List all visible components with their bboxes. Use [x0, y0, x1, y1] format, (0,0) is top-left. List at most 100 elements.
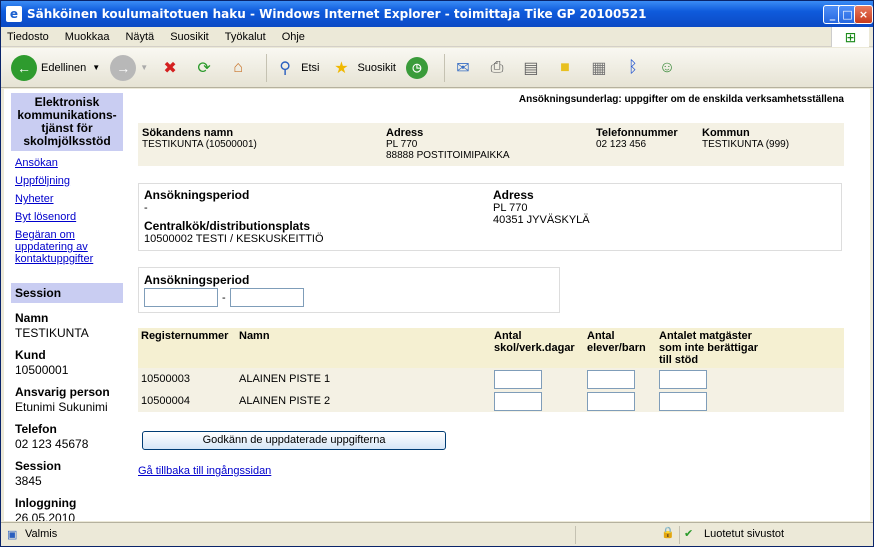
phone-value: 02 123 456 — [596, 139, 647, 150]
field-label: Inloggning — [15, 496, 77, 510]
toolbar: ← Edellinen ▼ → ▼ ✖ ⟳ ⌂ ⚲ Etsi ★ Suosikit ◷ ✉… — [1, 48, 873, 88]
history-icon[interactable]: ◷ — [405, 56, 428, 79]
close-button[interactable]: × — [854, 5, 873, 24]
period-label: Ansökningsperiod — [144, 188, 250, 202]
field-label: Ansvarig person — [15, 385, 110, 399]
address-line: PL 770 — [493, 202, 528, 214]
status-bar: ▣ Valmis 🔒 ✔ Luotetut sivustot — [1, 522, 873, 546]
zone-cell: ✔ Luotetut sivustot — [679, 526, 869, 544]
kitchen-info: Ansökningsperiod - Centralkök/distribution… — [138, 183, 842, 251]
ie-icon: e — [6, 6, 22, 22]
pupils-input[interactable] — [587, 392, 635, 411]
messenger-icon[interactable]: ☺ — [655, 56, 679, 80]
period-end-input[interactable] — [230, 288, 304, 307]
period-label: Ansökningsperiod — [144, 273, 250, 287]
stop-icon[interactable]: ✖ — [158, 56, 182, 80]
back-arrow-icon: ← — [11, 54, 37, 81]
table-row: 10500004 ALAINEN PISTE 2 — [138, 390, 844, 412]
session-heading: Session — [11, 283, 123, 303]
check-icon: ✔ — [684, 528, 694, 540]
table-row: 10500003 ALAINEN PISTE 1 — [138, 368, 844, 390]
edit-icon[interactable]: ▤ — [519, 56, 543, 80]
home-icon[interactable]: ⌂ — [226, 56, 250, 80]
back-link[interactable]: Gå tillbaka till ingångssidan — [138, 465, 271, 477]
main-panel: Ansökningsunderlag: uppgifter om de ensk… — [138, 89, 844, 521]
address-line: 88888 POSTITOIMIPAIKKA — [386, 150, 510, 161]
menu-file[interactable]: Tiedosto — [7, 31, 49, 43]
research-icon[interactable]: ▦ — [587, 56, 611, 80]
star-icon: ★ — [334, 59, 349, 77]
col-header: Namn — [239, 330, 270, 342]
back-button[interactable]: ← Edellinen ▼ — [11, 54, 100, 81]
refresh-icon[interactable]: ⟳ — [192, 56, 216, 80]
field-label: Telefon — [15, 422, 57, 436]
col-header: Registernummer — [141, 330, 229, 342]
menu-edit[interactable]: Muokkaa — [65, 31, 110, 43]
menu-tools[interactable]: Työkalut — [225, 31, 266, 43]
kitchen-value: 10500002 TESTI / KESKUSKEITTIÖ — [144, 233, 324, 245]
period-start-input[interactable] — [144, 288, 218, 307]
favorites-button[interactable]: ★ Suosikit — [329, 56, 396, 80]
reg-cell: 10500003 — [141, 373, 190, 385]
dropdown-arrow-icon: ▼ — [140, 63, 149, 72]
menu-bar: Tiedosto Muokkaa Näytä Suosikit Työkalut… — [1, 27, 873, 47]
windows-logo-icon: ⊞ — [831, 27, 869, 47]
period-dash: - — [222, 292, 226, 304]
reg-cell: 10500004 — [141, 395, 190, 407]
bluetooth-icon[interactable]: ᛒ — [621, 56, 645, 80]
table-header: Registernummer Namn Antal skol/verk.daga… — [138, 328, 844, 368]
name-cell: ALAINEN PISTE 2 — [239, 395, 331, 407]
mail-icon[interactable]: ✉ — [451, 56, 475, 80]
address-line: 40351 JYVÄSKYLÄ — [493, 214, 590, 226]
search-icon: ⚲ — [279, 59, 291, 77]
menu-view[interactable]: Näytä — [125, 31, 154, 43]
page-icon: ▣ — [7, 529, 18, 541]
kitchen-label: Centralkök/distributionsplats — [144, 219, 311, 233]
page-title: Ansökningsunderlag: uppgifter om de ensk… — [518, 94, 844, 105]
separator — [443, 53, 445, 82]
note-icon[interactable]: ■ — [553, 56, 577, 80]
dropdown-arrow-icon[interactable]: ▼ — [92, 63, 100, 72]
phone-label: Telefonnummer — [596, 127, 678, 139]
field-value: 26.05.2010 — [15, 511, 76, 521]
name-value: TESTIKUNTA (10500001) — [142, 139, 257, 150]
title-bar: e Sähköinen koulumaitotuen haku - Window… — [1, 1, 873, 27]
field-value: Etunimi Sukunimi — [15, 400, 108, 414]
period-value: - — [144, 202, 148, 214]
print-icon[interactable]: ⎙ — [485, 56, 509, 80]
non-eligible-input[interactable] — [659, 370, 707, 389]
sites-table: Registernummer Namn Antal skol/verk.daga… — [138, 328, 844, 412]
sidebar-item-uppfoljning[interactable]: Uppföljning — [15, 175, 119, 187]
municipality-value: TESTIKUNTA (999) — [702, 139, 790, 150]
field-label: Kund — [15, 348, 46, 362]
menu-help[interactable]: Ohje — [282, 31, 305, 43]
school-days-input[interactable] — [494, 392, 542, 411]
sidebar: Elektronisk kommunikations-tjänst för sk… — [11, 93, 123, 521]
status-cell — [575, 526, 655, 544]
zone-text: Luotetut sivustot — [704, 528, 785, 540]
col-header: Antalet matgäster som inte berättigar ti… — [659, 330, 759, 366]
name-label: Sökandens namn — [142, 127, 234, 139]
ie-window: e Sähköinen koulumaitotuen haku - Window… — [0, 0, 874, 547]
search-button[interactable]: ⚲ Etsi — [273, 56, 319, 80]
school-days-input[interactable] — [494, 370, 542, 389]
sidebar-item-nyheter[interactable]: Nyheter — [15, 193, 119, 205]
address-line: PL 770 — [386, 139, 418, 150]
page-content: Elektronisk kommunikations-tjänst för sk… — [4, 89, 870, 521]
menu-favorites[interactable]: Suosikit — [170, 31, 209, 43]
submit-button[interactable]: Godkänn de uppdaterade uppgifterna — [142, 431, 446, 450]
pupils-input[interactable] — [587, 370, 635, 389]
window-title: Sähköinen koulumaitotuen haku - Windows … — [27, 7, 647, 21]
non-eligible-input[interactable] — [659, 392, 707, 411]
sidebar-item-begaran[interactable]: Begäran om uppdatering av kontaktuppgift… — [15, 229, 119, 265]
period-form: Ansökningsperiod - — [138, 267, 560, 313]
sidebar-item-byt-losenord[interactable]: Byt lösenord — [15, 211, 119, 223]
forward-button[interactable]: → ▼ — [110, 54, 149, 81]
name-cell: ALAINEN PISTE 1 — [239, 373, 331, 385]
applicant-info: Sökandens namn TESTIKUNTA (10500001) Adre… — [138, 123, 844, 166]
field-value: 10500001 — [15, 363, 69, 377]
sidebar-item-ansokan[interactable]: Ansökan — [15, 157, 119, 169]
field-value: 3845 — [15, 474, 42, 488]
col-header: Antal skol/verk.dagar — [494, 330, 575, 354]
status-text: Valmis — [25, 528, 58, 540]
